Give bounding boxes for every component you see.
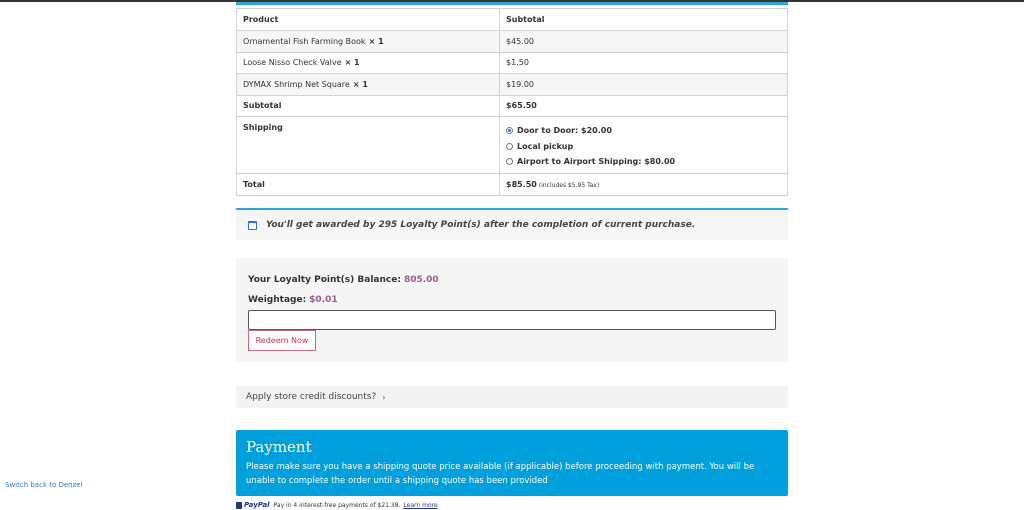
shipping-option-airport[interactable]: Airport to Airport Shipping: $80.00	[506, 154, 781, 170]
total-row: Total $85.50 (includes $5.95 Tax)	[236, 173, 788, 196]
loyalty-award-notice: You'll get awarded by 295 Loyalty Point(…	[236, 208, 788, 240]
radio-icon[interactable]	[506, 158, 513, 166]
subtotal-row: Subtotal $65.50	[236, 94, 788, 117]
table-header-row: Product Subtotal	[236, 8, 788, 31]
product-qty: × 1	[368, 36, 384, 46]
table-row: DYMAX Shrimp Net Square × 1 $19.00	[236, 73, 788, 96]
loyalty-award-text: You'll get awarded by 295 Loyalty Point(…	[266, 220, 696, 230]
shipping-options: Door to Door: $20.00 Local pickup Airpor…	[499, 116, 788, 174]
table-row: Ornamental Fish Farming Book × 1 $45.00	[236, 30, 788, 53]
subtotal-label: Subtotal	[236, 94, 500, 117]
radio-icon[interactable]	[506, 142, 513, 150]
balance-label: Your Loyalty Point(s) Balance:	[248, 275, 401, 285]
paypal-learn-more-link[interactable]: Learn more	[403, 502, 437, 509]
store-credit-label: Apply store credit discounts?	[246, 392, 377, 402]
table-row: Loose Nisso Check Valve × 1 $1.50	[236, 51, 788, 74]
paypal-message: Pay in 4 interest-free payments of $21.3…	[273, 501, 401, 509]
calendar-icon	[248, 220, 257, 230]
product-price: $19.00	[499, 73, 788, 96]
shipping-option-label: Airport to Airport Shipping: $80.00	[517, 157, 676, 167]
redeem-points-panel: Your Loyalty Point(s) Balance: 805.00 We…	[236, 258, 788, 362]
product-qty: × 1	[344, 58, 360, 68]
shipping-option-label: Local pickup	[517, 141, 574, 151]
tax-note: (includes $5.95 Tax)	[538, 182, 600, 189]
points-balance: Your Loyalty Point(s) Balance: 805.00	[248, 270, 776, 290]
shipping-row: Shipping Door to Door: $20.00 Local pick…	[236, 116, 788, 174]
redeem-now-button[interactable]: Redeem Now	[248, 330, 316, 351]
paypal-icon	[236, 501, 242, 509]
chevron-right-icon: ›	[382, 392, 386, 402]
balance-value: 805.00	[403, 275, 439, 285]
weightage-value: $0.01	[309, 295, 338, 305]
payment-section: Payment Please make sure you have a ship…	[236, 430, 788, 496]
radio-selected-icon[interactable]	[506, 127, 513, 135]
payment-title: Payment	[246, 438, 312, 456]
order-review-table: Product Subtotal Ornamental Fish Farming…	[236, 8, 788, 196]
paypal-logo: PayPal	[236, 501, 270, 509]
product-name: DYMAX Shrimp Net Square	[243, 79, 350, 89]
store-credit-toggle[interactable]: Apply store credit discounts? ›	[236, 386, 788, 408]
product-name: Loose Nisso Check Valve	[243, 58, 342, 68]
shipping-option-label: Door to Door: $20.00	[517, 126, 612, 136]
product-price: $1.50	[499, 51, 788, 74]
shipping-option-door-to-door[interactable]: Door to Door: $20.00	[506, 123, 781, 139]
order-accent-bar	[236, 2, 788, 5]
paypal-pay-later-message: PayPal Pay in 4 interest-free payments o…	[236, 500, 438, 510]
payment-notice: Please make sure you have a shipping quo…	[246, 462, 755, 486]
redeem-points-input[interactable]	[248, 310, 776, 330]
header-product: Product	[236, 8, 500, 31]
shipping-option-local-pickup[interactable]: Local pickup	[506, 139, 781, 155]
product-qty: × 1	[352, 79, 368, 89]
header-subtotal: Subtotal	[499, 8, 788, 31]
shipping-label: Shipping	[236, 116, 500, 174]
weightage: Weightage: $0.01	[248, 290, 776, 310]
subtotal-value: $65.50	[499, 94, 788, 117]
product-price: $45.00	[499, 30, 788, 53]
total-value: $85.50	[506, 180, 537, 189]
total-label: Total	[236, 173, 500, 196]
weightage-label: Weightage:	[248, 295, 307, 305]
product-name: Ornamental Fish Farming Book	[243, 36, 366, 46]
switch-back-user-link[interactable]: Switch back to Denzel	[5, 481, 83, 489]
